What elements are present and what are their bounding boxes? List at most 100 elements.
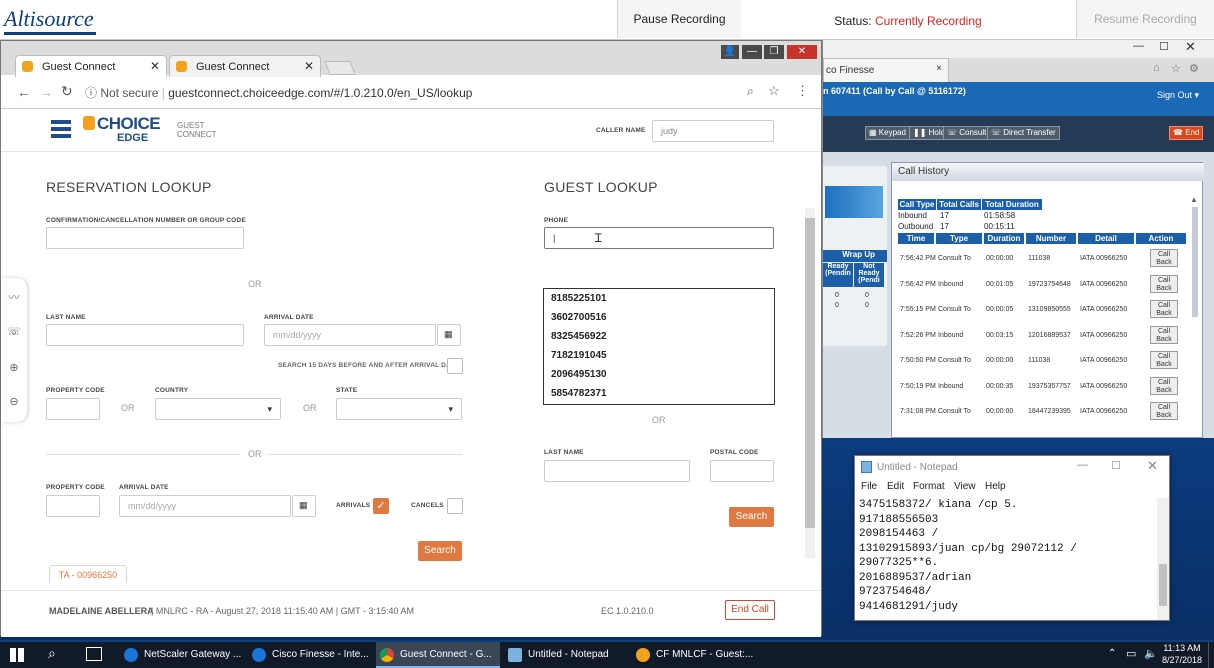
close-icon[interactable]: ✕ [787, 45, 817, 59]
guest-last-name-input[interactable] [544, 460, 690, 482]
maximize-icon[interactable]: ☐ [1111, 459, 1121, 472]
menu-view[interactable]: View [954, 481, 976, 492]
sign-out-link[interactable]: Sign Out ▾ [1157, 90, 1199, 101]
property-code-input-2[interactable] [46, 495, 100, 517]
search-icon[interactable]: ⌕ [48, 645, 56, 662]
gear-icon[interactable]: ⚙ [1189, 62, 1199, 75]
postal-code-input[interactable] [710, 460, 774, 482]
page-scroll-thumb[interactable] [805, 218, 815, 528]
pause-recording-button[interactable]: Pause Recording [617, 0, 741, 38]
close-icon[interactable]: ✕ [1185, 39, 1196, 55]
url-field[interactable]: ⓘ Not secure | guestconnect.choiceedge.c… [85, 82, 785, 104]
maximize-icon[interactable]: ❐ [764, 45, 784, 59]
caller-name-input[interactable]: judy [652, 120, 774, 142]
call-back-button[interactable]: Call Back [1150, 402, 1178, 420]
task-view-icon[interactable] [86, 647, 102, 661]
notepad-scroll-thumb[interactable] [1159, 564, 1167, 606]
taskbar-guest-connect[interactable]: Guest Connect - G... [376, 642, 500, 668]
phone-input[interactable]: | [544, 227, 774, 249]
keypad-button[interactable]: ▦ Keypad [865, 126, 910, 140]
menu-edit[interactable]: Edit [887, 481, 904, 492]
history-scrollbar[interactable] [1192, 207, 1198, 317]
menu-file[interactable]: File [861, 481, 877, 492]
show-desktop-button[interactable] [1208, 642, 1214, 668]
zoom-out-icon[interactable]: ⊖ [2, 390, 26, 414]
tab-guest-connect-active[interactable]: Guest Connect ✕ [15, 55, 167, 77]
phone-icon[interactable]: ☏ [2, 320, 26, 344]
tab-close-icon[interactable]: ✕ [150, 59, 160, 73]
maximize-icon[interactable]: ☐ [1159, 40, 1169, 53]
signature-icon[interactable]: 〰 [2, 286, 26, 310]
end-call-button[interactable]: End Call [725, 600, 775, 620]
calendar-icon[interactable]: ▦ [292, 495, 316, 517]
bookmark-star-icon[interactable]: ☆ [768, 83, 780, 99]
new-tab-button[interactable] [324, 61, 356, 75]
taskbar-finesse[interactable]: Cisco Finesse - Inte... [248, 642, 372, 668]
call-back-button[interactable]: Call Back [1150, 274, 1178, 293]
volume-icon[interactable]: 🔈 [1144, 647, 1158, 660]
call-back-button[interactable]: Call Back [1150, 376, 1178, 395]
tab-close-icon[interactable]: × [936, 63, 942, 74]
reservation-search-button[interactable]: Search [418, 541, 462, 561]
close-icon[interactable]: ✕ [1147, 458, 1158, 474]
scroll-up-icon[interactable]: ▲ [1190, 195, 1198, 204]
call-back-button[interactable]: Call Back [1150, 325, 1178, 344]
minimize-icon[interactable]: — [1077, 459, 1088, 471]
tab-close-icon[interactable]: ✕ [304, 59, 314, 73]
phone-suggestion[interactable]: 8325456922 [544, 327, 774, 346]
star-icon[interactable]: ☆ [1171, 62, 1181, 75]
minimize-icon[interactable]: — [1133, 40, 1144, 52]
back-icon[interactable]: ← [17, 84, 31, 100]
zoom-in-icon[interactable]: ⊕ [2, 356, 26, 380]
call-back-button[interactable]: Call Back [1150, 351, 1178, 369]
taskbar-cf-mnlcf[interactable]: CF MNLCF - Guest:... [632, 642, 756, 668]
state-select[interactable]: ▾ [336, 398, 462, 420]
menu-kebab-icon[interactable]: ⋮ [796, 83, 809, 99]
call-back-button[interactable]: Call Back [1150, 300, 1178, 318]
guest-search-button[interactable]: Search [729, 507, 774, 527]
taskbar-netscaler[interactable]: NetScaler Gateway ... [120, 642, 244, 668]
network-icon[interactable]: ▭ [1126, 647, 1136, 660]
search-15-days-checkbox[interactable] [447, 358, 463, 374]
clock-time[interactable]: 11:13 AM [1162, 643, 1202, 653]
taskbar-notepad[interactable]: Untitled - Notepad [504, 642, 628, 668]
resume-recording-button[interactable]: Resume Recording [1076, 0, 1214, 38]
minimize-icon[interactable]: — [742, 45, 762, 59]
call-back-button[interactable]: Call Back [1150, 249, 1178, 267]
ta-tag[interactable]: TA - 00966250 [49, 565, 127, 583]
grid-menu-icon[interactable] [51, 120, 71, 138]
forward-icon[interactable]: → [39, 84, 53, 100]
phone-suggestion[interactable]: 5854782371 [544, 384, 774, 403]
home-icon[interactable]: ⌂ [1153, 62, 1160, 74]
clock-date[interactable]: 8/27/2018 [1160, 655, 1204, 665]
confirmation-input[interactable] [46, 227, 244, 249]
windows-start-icon[interactable] [10, 648, 24, 662]
phone-suggestion[interactable]: 2096495130 [544, 365, 774, 384]
phone-suggestion[interactable]: 8185225101 [544, 289, 774, 308]
tray-chevron-icon[interactable]: ⌃ [1108, 648, 1116, 659]
notepad-scrollbar[interactable] [1157, 498, 1169, 620]
history-column-header[interactable]: Time [898, 233, 934, 244]
notepad-text[interactable]: 3475158372/ kiana /cp 5. 917188556503 20… [859, 498, 1155, 614]
arrivals-checkbox[interactable]: ✓ [373, 498, 389, 514]
profile-icon[interactable]: 👤 [721, 45, 739, 59]
calendar-icon[interactable]: ▦ [437, 324, 461, 346]
zoom-icon[interactable]: ⌕ [747, 84, 754, 99]
reload-icon[interactable]: ↻ [61, 83, 73, 100]
last-name-input[interactable] [46, 324, 244, 346]
consult-button[interactable]: ☏ Consult [943, 126, 991, 140]
cancels-checkbox[interactable] [447, 498, 463, 514]
menu-help[interactable]: Help [985, 481, 1006, 492]
phone-suggestion[interactable]: 7182191045 [544, 346, 774, 365]
arrival-date-input[interactable]: mm/dd/yyyy [264, 324, 436, 346]
arrival-date-input-2[interactable]: mm/dd/yyyy [119, 495, 291, 517]
info-icon[interactable]: ⓘ [85, 86, 97, 100]
menu-format[interactable]: Format [913, 481, 945, 492]
direct-transfer-button[interactable]: ☏ Direct Transfer [987, 126, 1060, 140]
property-code-input[interactable] [46, 398, 100, 420]
tab-finesse[interactable]: co Finesse × [823, 58, 949, 82]
phone-suggestion[interactable]: 3602700516 [544, 308, 774, 327]
country-select[interactable]: ▾ [155, 398, 281, 420]
tab-guest-connect[interactable]: Guest Connect ✕ [169, 55, 321, 77]
end-button[interactable]: ☎ End [1169, 126, 1204, 140]
